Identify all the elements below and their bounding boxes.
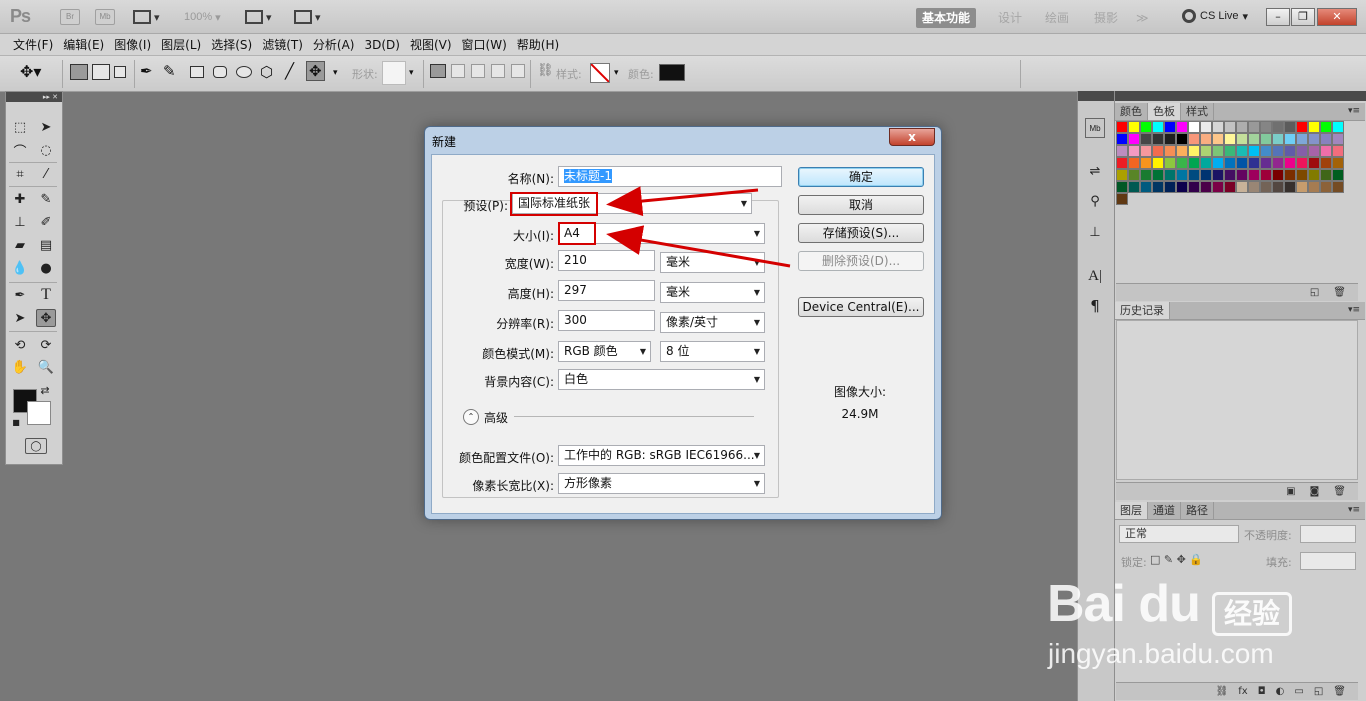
size-arrow: [606, 225, 791, 268]
preset-arrow: [606, 186, 759, 217]
jingyan-watermark: 经验: [1212, 592, 1292, 636]
watermark-url: jingyan.baidu.com: [1048, 638, 1274, 669]
baidu-watermark-logo: Bai du: [1047, 575, 1201, 633]
